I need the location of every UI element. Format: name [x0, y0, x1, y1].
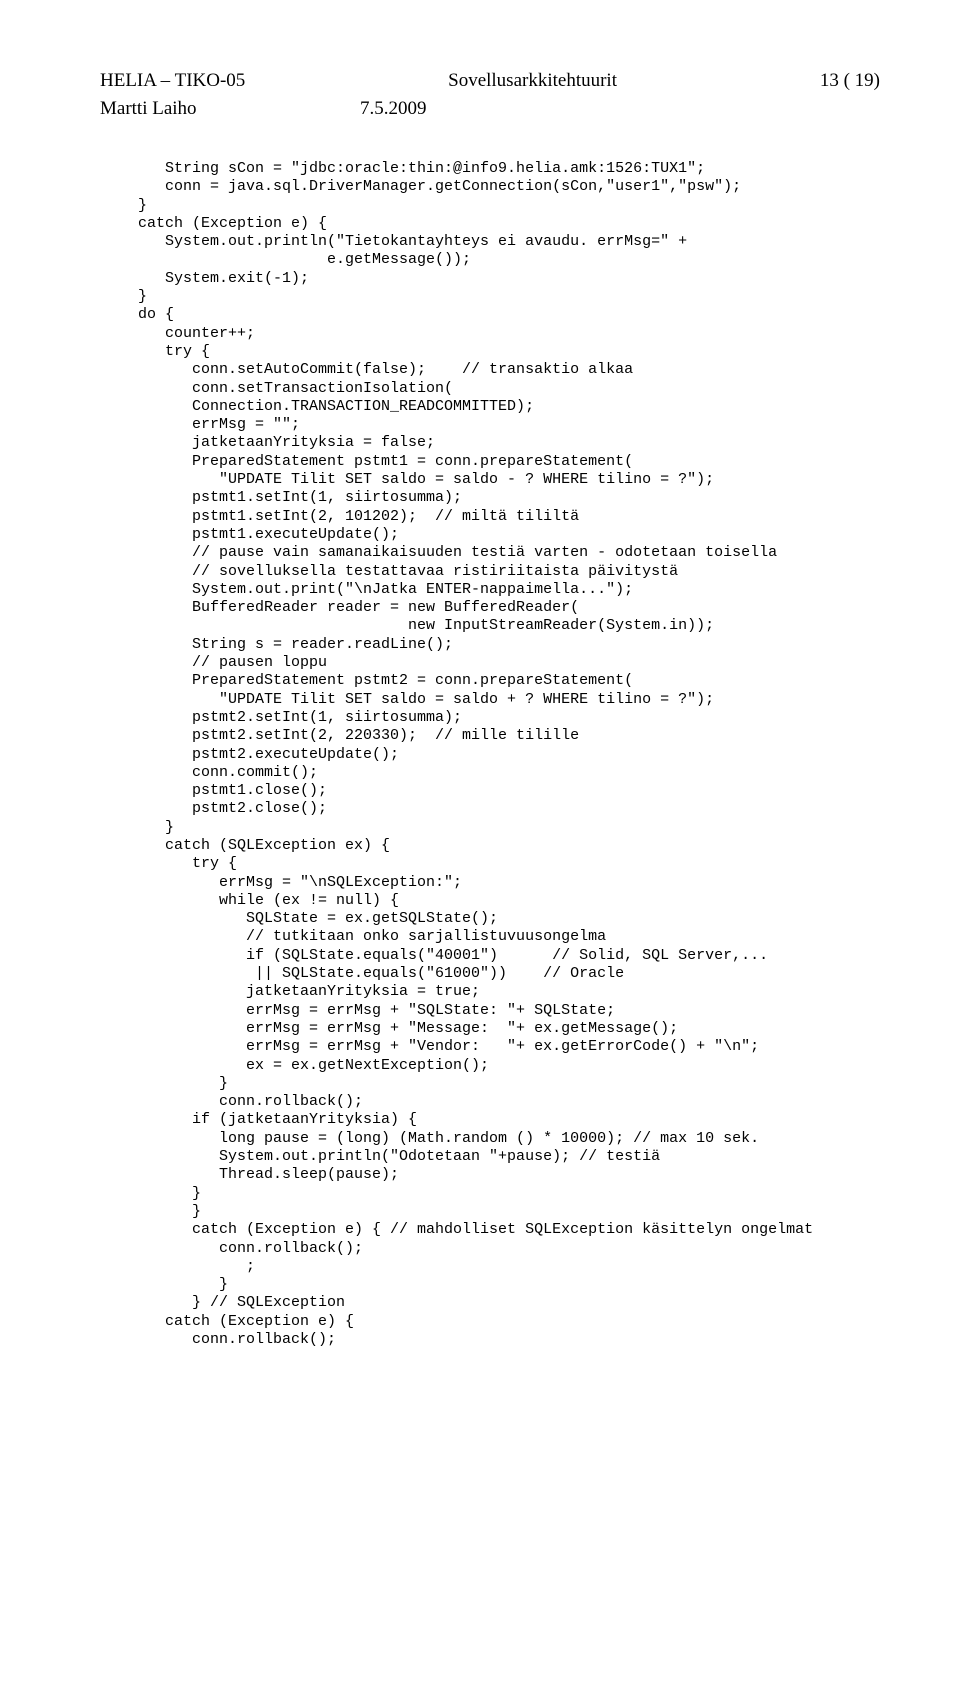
page: HELIA – TIKO-05 Sovellusarkkitehtuurit 1…	[0, 0, 960, 1409]
header-left: HELIA – TIKO-05	[100, 70, 245, 92]
code-block: String sCon = "jdbc:oracle:thin:@info9.h…	[138, 160, 880, 1349]
document-date: 7.5.2009	[360, 98, 427, 120]
page-header: HELIA – TIKO-05 Sovellusarkkitehtuurit 1…	[100, 70, 880, 92]
page-subheader: Martti Laiho 7.5.2009	[100, 98, 880, 120]
header-center: Sovellusarkkitehtuurit	[448, 70, 617, 92]
author-name: Martti Laiho	[100, 98, 360, 120]
header-page-number: 13 ( 19)	[820, 70, 880, 92]
